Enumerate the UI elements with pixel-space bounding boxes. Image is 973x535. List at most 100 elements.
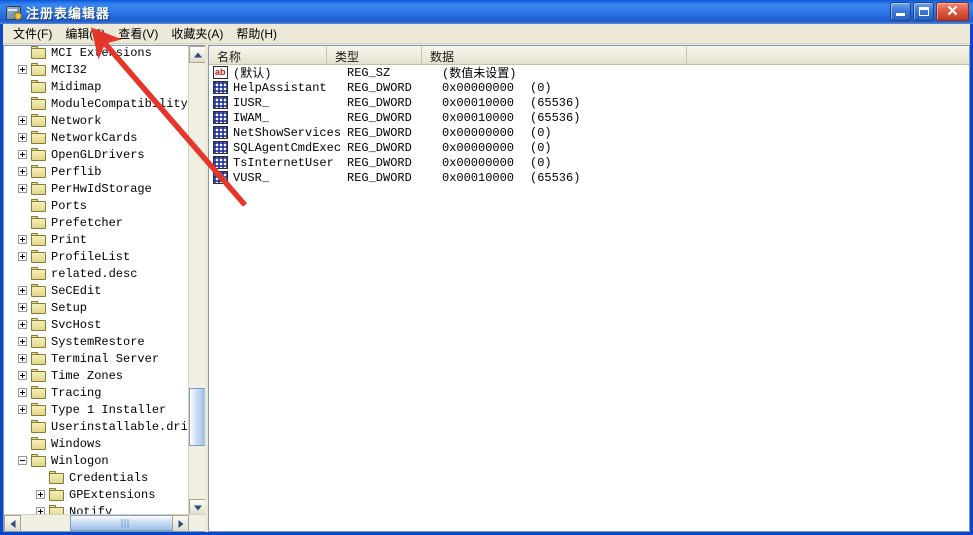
tree-node[interactable]: Terminal Server [4,350,187,367]
folder-icon [31,182,47,195]
tree-node[interactable]: MCI Extensions [4,46,187,61]
column-header-type[interactable]: 类型 [327,46,422,64]
tree-scroll-up-button[interactable] [189,46,205,63]
value-data: 0x00010000 (65536) [442,171,969,185]
tree-node[interactable]: Type 1 Installer [4,401,187,418]
tree-node-label: Setup [51,300,88,315]
expand-node-icon[interactable] [18,371,27,380]
folder-icon [31,318,47,331]
string-value-icon [213,65,230,80]
expand-node-icon[interactable] [18,150,27,159]
expand-node-icon[interactable] [18,286,27,295]
close-button[interactable]: ✕ [936,2,969,21]
tree-node-label: Time Zones [51,368,124,383]
menu-view[interactable]: 查看(V) [114,23,167,44]
value-data: (数值未设置) [442,64,969,81]
tree-node[interactable]: Prefetcher [4,214,187,231]
expand-node-icon[interactable] [18,337,27,346]
menu-edit[interactable]: 编辑(E) [61,23,114,44]
tree-node[interactable]: Credentials [4,469,187,486]
tree-node-label: Ports [51,198,88,213]
tree-node-label: Print [51,232,88,247]
tree-node[interactable]: ModuleCompatibility [4,95,187,112]
value-data-hex: 0x00000000 [442,140,515,155]
expand-node-icon[interactable] [18,303,27,312]
maximize-button[interactable] [913,2,934,21]
tree-node[interactable]: MCI32 [4,61,187,78]
tree-node[interactable]: PerHwIdStorage [4,180,187,197]
tree-node[interactable]: Tracing [4,384,187,401]
expand-node-icon[interactable] [18,235,27,244]
tree-node[interactable]: Midimap [4,78,187,95]
tree-node[interactable]: Windows [4,435,187,452]
expand-node-icon[interactable] [36,490,45,499]
tree-horizontal-scroll-thumb[interactable] [70,515,182,531]
tree-node[interactable]: GPExtensions [4,486,187,503]
folder-icon [31,148,47,161]
column-header-name[interactable]: 名称 [209,46,327,64]
menu-favorites[interactable]: 收藏夹(A) [167,23,232,44]
value-row[interactable]: (默认) REG_SZ (数值未设置) [209,64,969,81]
expand-node-icon[interactable] [18,65,27,74]
tree-node[interactable]: SvcHost [4,316,187,333]
tree-node[interactable]: Time Zones [4,367,187,384]
tree-vertical-scrollbar[interactable] [188,46,205,516]
expand-node-icon[interactable] [18,116,27,125]
expand-node-icon[interactable] [18,184,27,193]
tree-node[interactable]: SystemRestore [4,333,187,350]
values-list: (默认) REG_SZ (数值未设置) HelpAssistant REG_DWORD 0… [209,65,969,185]
expand-node-icon[interactable] [18,388,27,397]
column-header-data[interactable]: 数据 [422,46,687,64]
registry-tree-viewport: MCI Extensions MCI32 Midimap ModuleCompatib… [4,46,187,516]
tree-node-label: Winlogon [51,453,109,468]
expand-node-icon[interactable] [18,252,27,261]
tree-vertical-scroll-thumb[interactable] [189,388,205,446]
value-data-hex: 0x00000000 [442,125,515,140]
tree-node-label: ProfileList [51,249,131,264]
folder-icon [31,301,47,314]
tree-node[interactable]: Network [4,112,187,129]
dword-value-icon [213,140,230,155]
value-row[interactable]: VUSR_ REG_DWORD 0x00010000 (65536) [209,170,969,185]
expand-node-icon[interactable] [18,405,27,414]
tree-node[interactable]: Ports [4,197,187,214]
expand-node-icon[interactable] [18,354,27,363]
tree-node[interactable]: Perflib [4,163,187,180]
value-row[interactable]: HelpAssistant REG_DWORD 0x00000000 (0) [209,80,969,95]
expand-node-icon[interactable] [18,167,27,176]
tree-node[interactable]: OpenGLDrivers [4,146,187,163]
folder-icon [31,80,47,93]
tree-node-label: PerHwIdStorage [51,181,152,196]
tree-horizontal-scrollbar[interactable] [4,514,205,531]
tree-node[interactable]: SeCEdit [4,282,187,299]
folder-icon [49,488,65,501]
value-row[interactable]: IUSR_ REG_DWORD 0x00010000 (65536) [209,95,969,110]
value-row[interactable]: NetShowServices REG_DWORD 0x00000000 (0) [209,125,969,140]
tree-node[interactable]: Userinstallable.drive [4,418,187,435]
window-controls: ✕ [890,2,969,21]
collapse-node-icon[interactable] [18,456,27,465]
value-name: NetShowServices [233,125,342,140]
expand-node-icon[interactable] [18,133,27,142]
value-row[interactable]: IWAM_ REG_DWORD 0x00010000 (65536) [209,110,969,125]
value-name: HelpAssistant [233,80,327,95]
tree-scroll-right-button[interactable] [172,515,189,531]
folder-icon [31,165,47,178]
tree-node[interactable]: Setup [4,299,187,316]
tree-scroll-left-button[interactable] [4,515,21,531]
value-row[interactable]: SQLAgentCmdExec REG_DWORD 0x00000000 (0) [209,140,969,155]
value-name: TsInternetUser [233,155,334,170]
menu-file[interactable]: 文件(F) [9,23,61,44]
minimize-button[interactable] [890,2,911,21]
menu-help[interactable]: 帮助(H) [232,23,286,44]
expand-node-icon[interactable] [18,320,27,329]
folder-icon [31,403,47,416]
value-row[interactable]: TsInternetUser REG_DWORD 0x00000000 (0) [209,155,969,170]
folder-icon [31,216,47,229]
tree-node[interactable]: NetworkCards [4,129,187,146]
tree-node[interactable]: Print [4,231,187,248]
tree-node[interactable]: ProfileList [4,248,187,265]
tree-node[interactable]: related.desc [4,265,187,282]
tree-node[interactable]: Winlogon [4,452,187,469]
folder-icon [31,420,47,433]
